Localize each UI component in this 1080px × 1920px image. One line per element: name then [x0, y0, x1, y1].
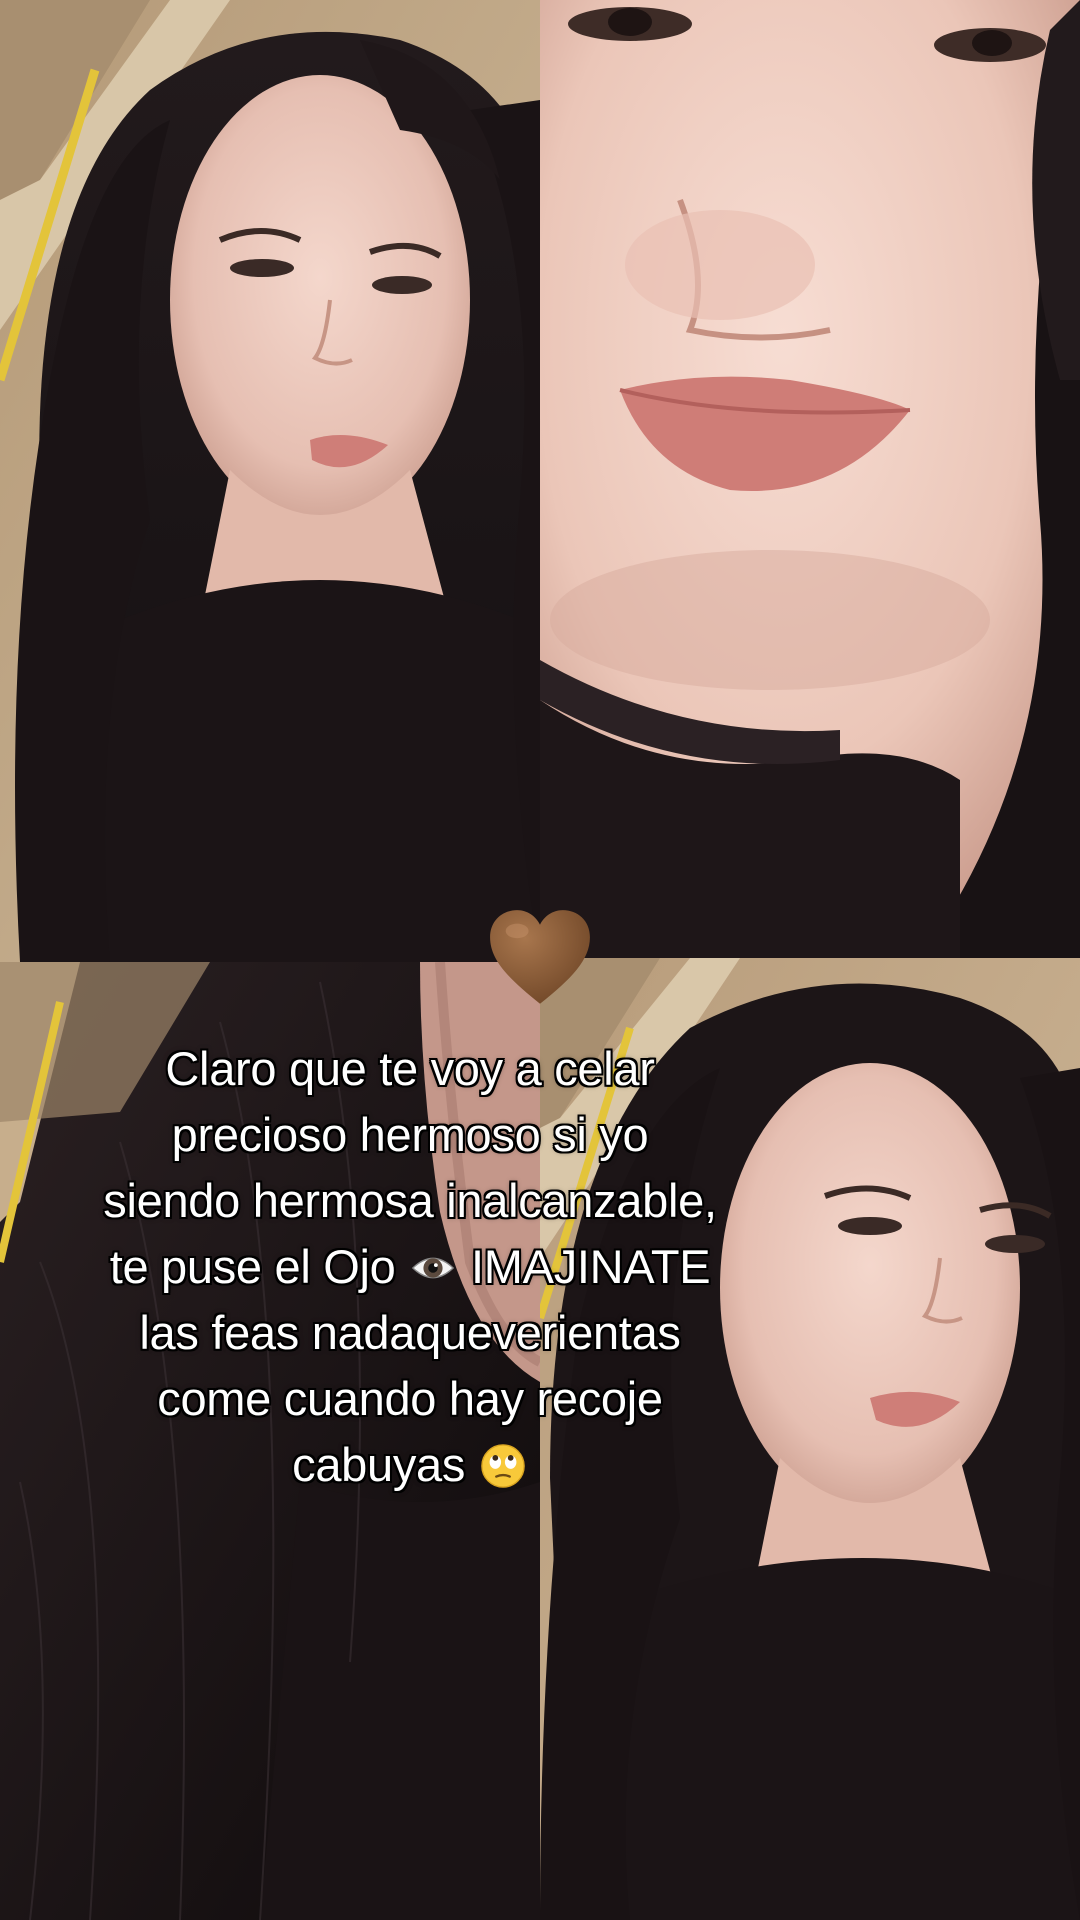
eye-icon [410, 1245, 456, 1291]
caption-line-6: come cuando hay recoje [157, 1372, 663, 1425]
caption-line-4-end: IMAJINATE [471, 1240, 711, 1293]
caption-text: Claro que te voy a celar precioso hermos… [30, 1036, 790, 1498]
caption-line-3: siendo hermosa inalcanzable, [103, 1174, 717, 1227]
photo-top-left [0, 0, 540, 962]
eye-roll-face-icon [480, 1443, 526, 1489]
caption-line-1: Claro que te voy a celar [165, 1042, 655, 1095]
brown-heart-icon [488, 908, 592, 1008]
caption-line-2: precioso hermoso si yo [171, 1108, 649, 1161]
photo-top-right [540, 0, 1080, 958]
caption-line-4-start: te puse el Ojo [109, 1240, 396, 1293]
caption-line-7-text: cabuyas [292, 1438, 466, 1491]
collage-stage: Claro que te voy a celar precioso hermos… [0, 0, 1080, 1920]
caption-line-7: cabuyas [30, 1432, 790, 1498]
caption-line-5: las feas nadaqueverientas [139, 1306, 681, 1359]
caption-line-4: te puse el Ojo IMAJINATE [30, 1234, 790, 1300]
